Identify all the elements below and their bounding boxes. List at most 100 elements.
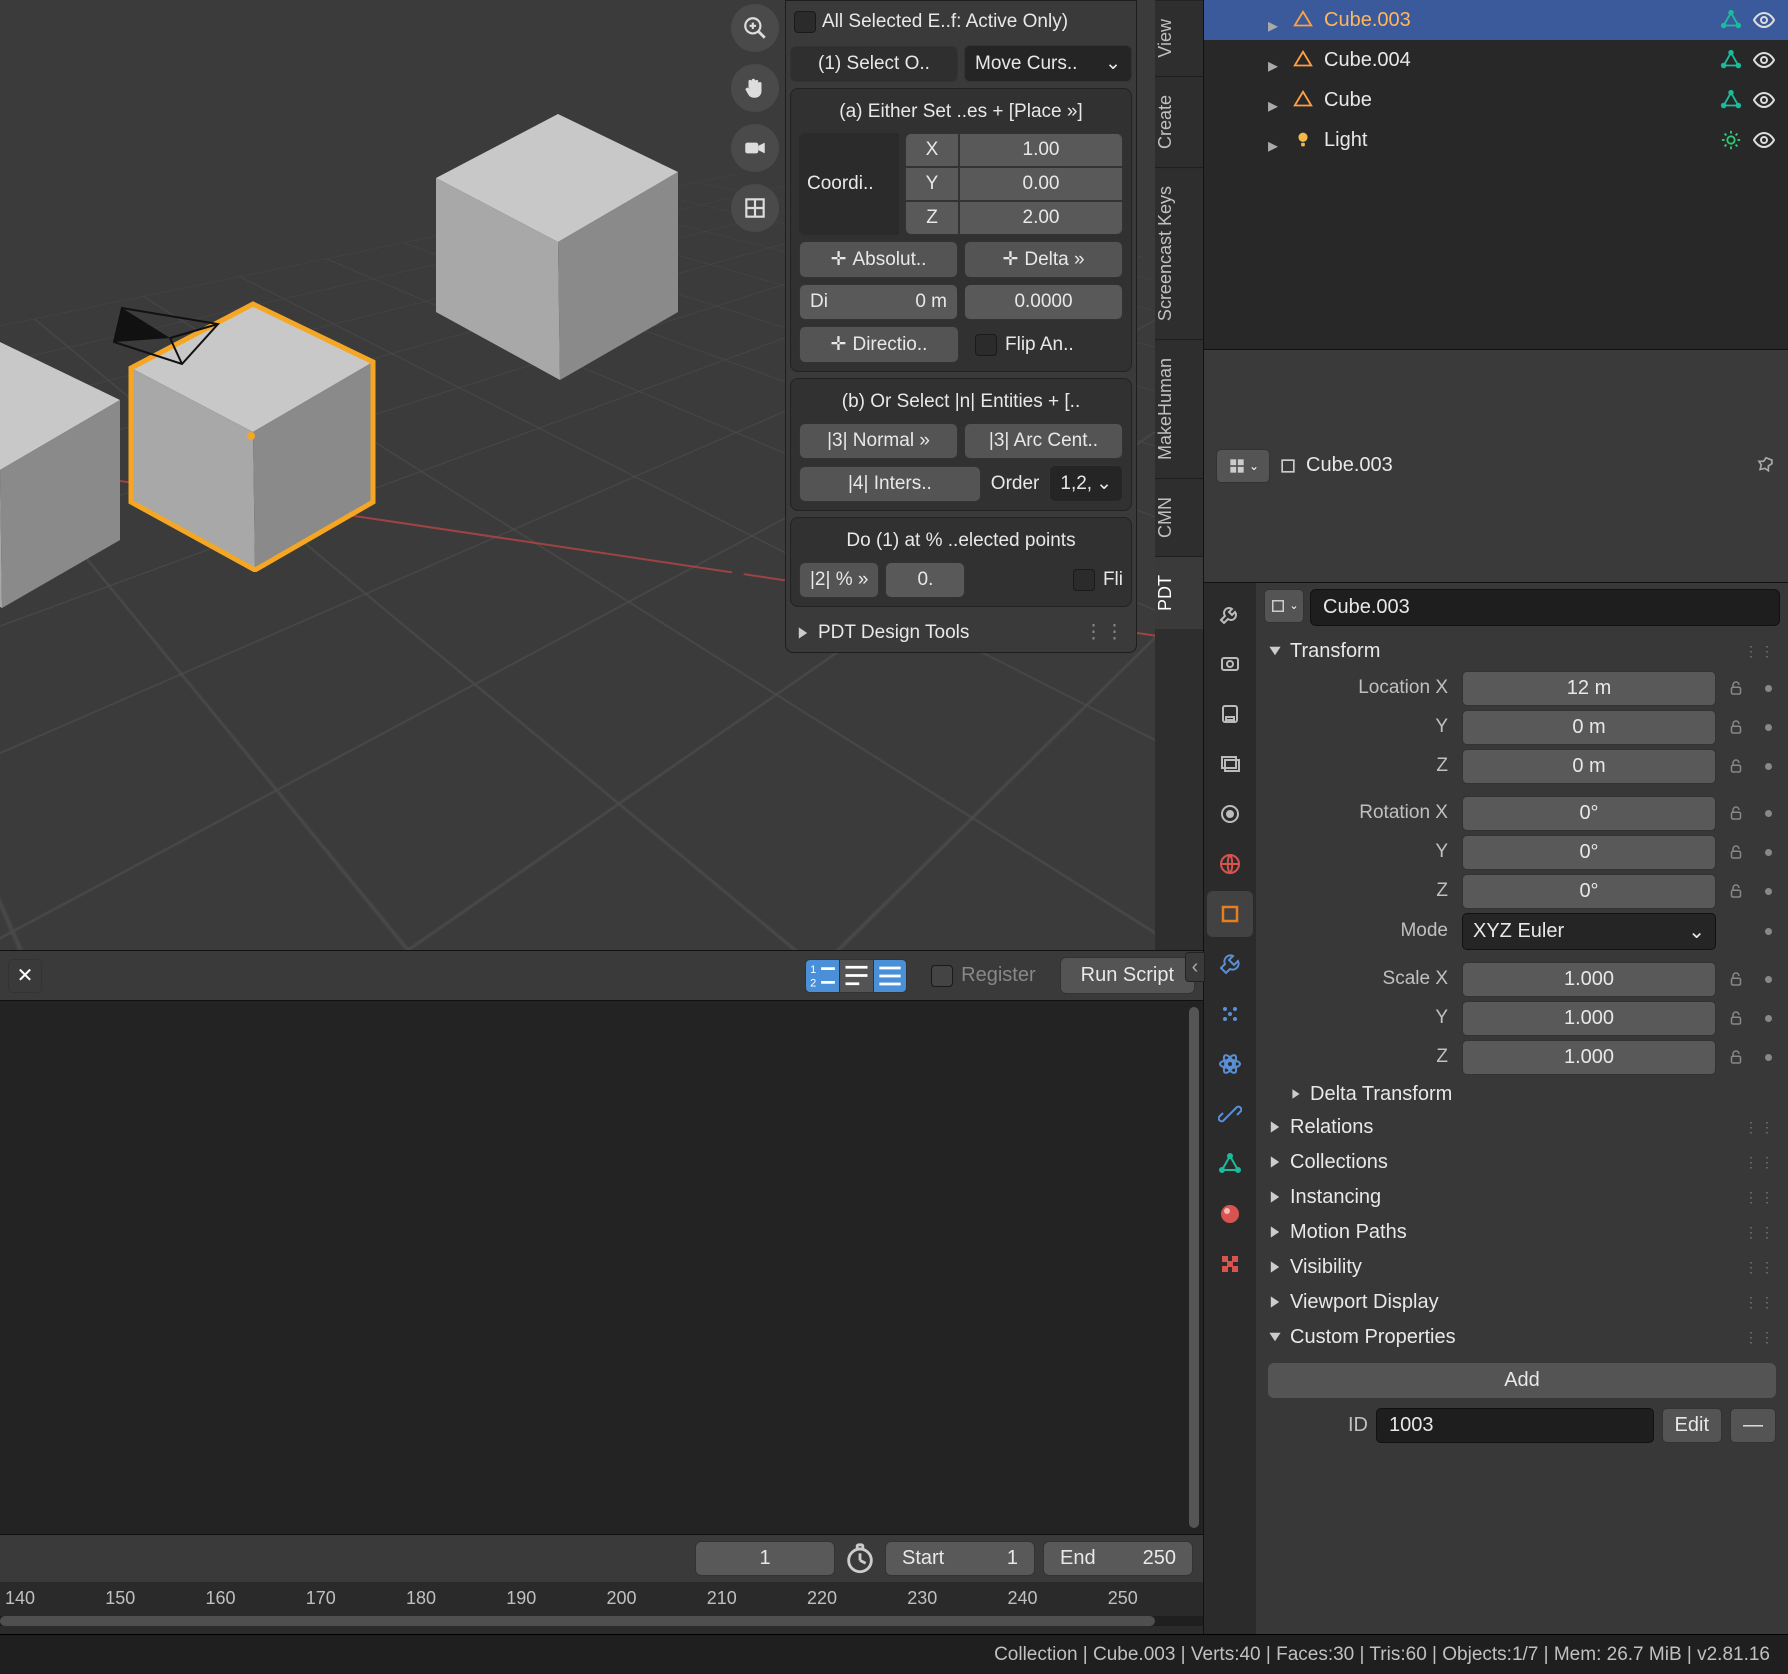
tab-modifiers[interactable] xyxy=(1207,941,1253,987)
tab-particles[interactable] xyxy=(1207,991,1253,1037)
perspective-grid-icon[interactable] xyxy=(731,184,779,232)
keyframe-dot[interactable] xyxy=(1756,715,1780,739)
3d-viewport[interactable]: All Selected E..f: Active Only) (1) Sele… xyxy=(0,0,1203,950)
lock-icon[interactable] xyxy=(1724,1045,1748,1069)
operation-dropdown[interactable]: Move Curs.. ⌄ xyxy=(964,45,1132,82)
outliner-row-light[interactable]: ▸ Light xyxy=(1204,120,1788,160)
mesh-data-icon[interactable] xyxy=(1720,49,1742,71)
drag-handle-icon[interactable]: ⋮⋮ xyxy=(1744,643,1776,660)
section-relations[interactable]: Relations⋮⋮ xyxy=(1264,1110,1780,1145)
angle-field[interactable]: 0.0000 xyxy=(964,284,1123,320)
tab-output[interactable] xyxy=(1207,691,1253,737)
section-custom-properties[interactable]: Custom Properties⋮⋮ xyxy=(1264,1320,1780,1355)
scale-z-field[interactable]: 1.000 xyxy=(1462,1040,1716,1075)
tab-mesh-data[interactable] xyxy=(1207,1141,1253,1187)
pin-icon[interactable] xyxy=(1756,456,1776,476)
run-script-button[interactable]: Run Script xyxy=(1060,957,1195,994)
syntax-highlight-toggle[interactable] xyxy=(873,959,907,993)
keyframe-dot[interactable] xyxy=(1756,676,1780,700)
lock-icon[interactable] xyxy=(1724,879,1748,903)
mesh-data-icon[interactable] xyxy=(1720,89,1742,111)
expand-triangle-icon[interactable]: ▸ xyxy=(1268,13,1282,27)
expand-triangle-icon[interactable]: ▸ xyxy=(1268,53,1282,67)
lock-icon[interactable] xyxy=(1724,754,1748,778)
section-visibility[interactable]: Visibility⋮⋮ xyxy=(1264,1250,1780,1285)
expand-triangle-icon[interactable]: ▸ xyxy=(1268,133,1282,147)
zoom-icon[interactable] xyxy=(731,4,779,52)
lock-icon[interactable] xyxy=(1724,676,1748,700)
timeline-ruler[interactable]: 140150160170180190200210220230240250 xyxy=(0,1582,1203,1616)
timeline-scrollbar-thumb[interactable] xyxy=(0,1616,1155,1626)
tab-scene[interactable] xyxy=(1207,791,1253,837)
flip-percent-checkbox[interactable] xyxy=(1073,569,1095,591)
drag-handle-icon[interactable]: ⋮⋮ xyxy=(1084,621,1126,644)
section-instancing[interactable]: Instancing⋮⋮ xyxy=(1264,1180,1780,1215)
camera-gizmo[interactable] xyxy=(112,302,232,372)
custom-prop-edit-button[interactable]: Edit xyxy=(1662,1408,1722,1443)
visibility-eye-icon[interactable] xyxy=(1752,88,1776,112)
outliner-row-cube-004[interactable]: ▸ Cube.004 xyxy=(1204,40,1788,80)
visibility-eye-icon[interactable] xyxy=(1752,8,1776,32)
lock-icon[interactable] xyxy=(1724,967,1748,991)
camera-view-icon[interactable] xyxy=(731,124,779,172)
tab-view-layer[interactable] xyxy=(1207,741,1253,787)
timeline-scrollbar-track[interactable] xyxy=(0,1616,1203,1626)
keyframe-dot[interactable] xyxy=(1756,967,1780,991)
section-collections[interactable]: Collections⋮⋮ xyxy=(1264,1145,1780,1180)
outliner-row-cube-003[interactable]: ▸ Cube.003 xyxy=(1204,0,1788,40)
visibility-eye-icon[interactable] xyxy=(1752,128,1776,152)
lock-icon[interactable] xyxy=(1724,1006,1748,1030)
tab-render[interactable] xyxy=(1207,641,1253,687)
add-custom-property-button[interactable]: Add xyxy=(1268,1363,1776,1398)
absolute-button[interactable]: ✛Absolut.. xyxy=(799,241,958,278)
auto-keying-icon[interactable] xyxy=(843,1542,877,1576)
tab-object[interactable] xyxy=(1207,891,1253,937)
close-button[interactable]: ✕ xyxy=(8,959,42,993)
tab-create[interactable]: Create xyxy=(1155,76,1203,167)
scrollbar[interactable] xyxy=(1189,1007,1199,1528)
custom-prop-remove-button[interactable]: — xyxy=(1730,1408,1776,1443)
lock-icon[interactable] xyxy=(1724,840,1748,864)
tab-tool[interactable] xyxy=(1207,591,1253,637)
tab-screencast-keys[interactable]: Screencast Keys xyxy=(1155,167,1203,339)
rotation-x-field[interactable]: 0° xyxy=(1462,796,1716,831)
all-selected-checkbox[interactable] xyxy=(794,11,816,33)
coord-y-field[interactable]: 0.00 xyxy=(959,167,1123,201)
percent-field[interactable]: 0. xyxy=(885,562,965,598)
keyframe-dot[interactable] xyxy=(1756,1045,1780,1069)
pan-hand-icon[interactable] xyxy=(731,64,779,112)
tab-cmn[interactable]: CMN xyxy=(1155,478,1203,556)
line-numbers-toggle[interactable]: 12 xyxy=(805,959,839,993)
expand-triangle-icon[interactable] xyxy=(796,626,810,640)
order-dropdown[interactable]: 1,2,⌄ xyxy=(1049,465,1123,502)
direction-button[interactable]: ✛Directio.. xyxy=(799,326,959,363)
delta-button[interactable]: ✛Delta » xyxy=(964,241,1123,278)
tab-view[interactable]: View xyxy=(1155,0,1203,76)
word-wrap-toggle[interactable] xyxy=(839,959,873,993)
scale-x-field[interactable]: 1.000 xyxy=(1462,962,1716,997)
percent-button[interactable]: |2| % » xyxy=(799,562,879,598)
tab-makehuman[interactable]: MakeHuman xyxy=(1155,339,1203,478)
tab-constraints[interactable] xyxy=(1207,1091,1253,1137)
normal-button[interactable]: |3| Normal » xyxy=(799,423,958,459)
object-datablock-dropdown[interactable]: ⌄ xyxy=(1264,589,1304,623)
keyframe-dot[interactable] xyxy=(1756,919,1780,943)
intersect-button[interactable]: |4| Inters.. xyxy=(799,466,981,502)
keyframe-dot[interactable] xyxy=(1756,1006,1780,1030)
location-x-field[interactable]: 12 m xyxy=(1462,671,1716,706)
visibility-eye-icon[interactable] xyxy=(1752,48,1776,72)
mesh-data-icon[interactable] xyxy=(1720,9,1742,31)
outliner-row-cube[interactable]: ▸ Cube xyxy=(1204,80,1788,120)
panel-collapse-icon[interactable]: ‹ xyxy=(1185,952,1205,982)
end-frame-field[interactable]: 250 xyxy=(1143,1547,1176,1570)
rotation-z-field[interactable]: 0° xyxy=(1462,874,1716,909)
editor-type-dropdown[interactable]: ⌄ xyxy=(1216,449,1270,483)
section-viewport-display[interactable]: Viewport Display⋮⋮ xyxy=(1264,1285,1780,1320)
tab-world[interactable] xyxy=(1207,841,1253,887)
lock-icon[interactable] xyxy=(1724,715,1748,739)
breadcrumb[interactable]: Cube.003 xyxy=(1306,454,1393,477)
keyframe-dot[interactable] xyxy=(1756,879,1780,903)
location-z-field[interactable]: 0 m xyxy=(1462,749,1716,784)
flip-checkbox[interactable] xyxy=(975,334,997,356)
tab-pdt[interactable]: PDT xyxy=(1155,556,1203,629)
